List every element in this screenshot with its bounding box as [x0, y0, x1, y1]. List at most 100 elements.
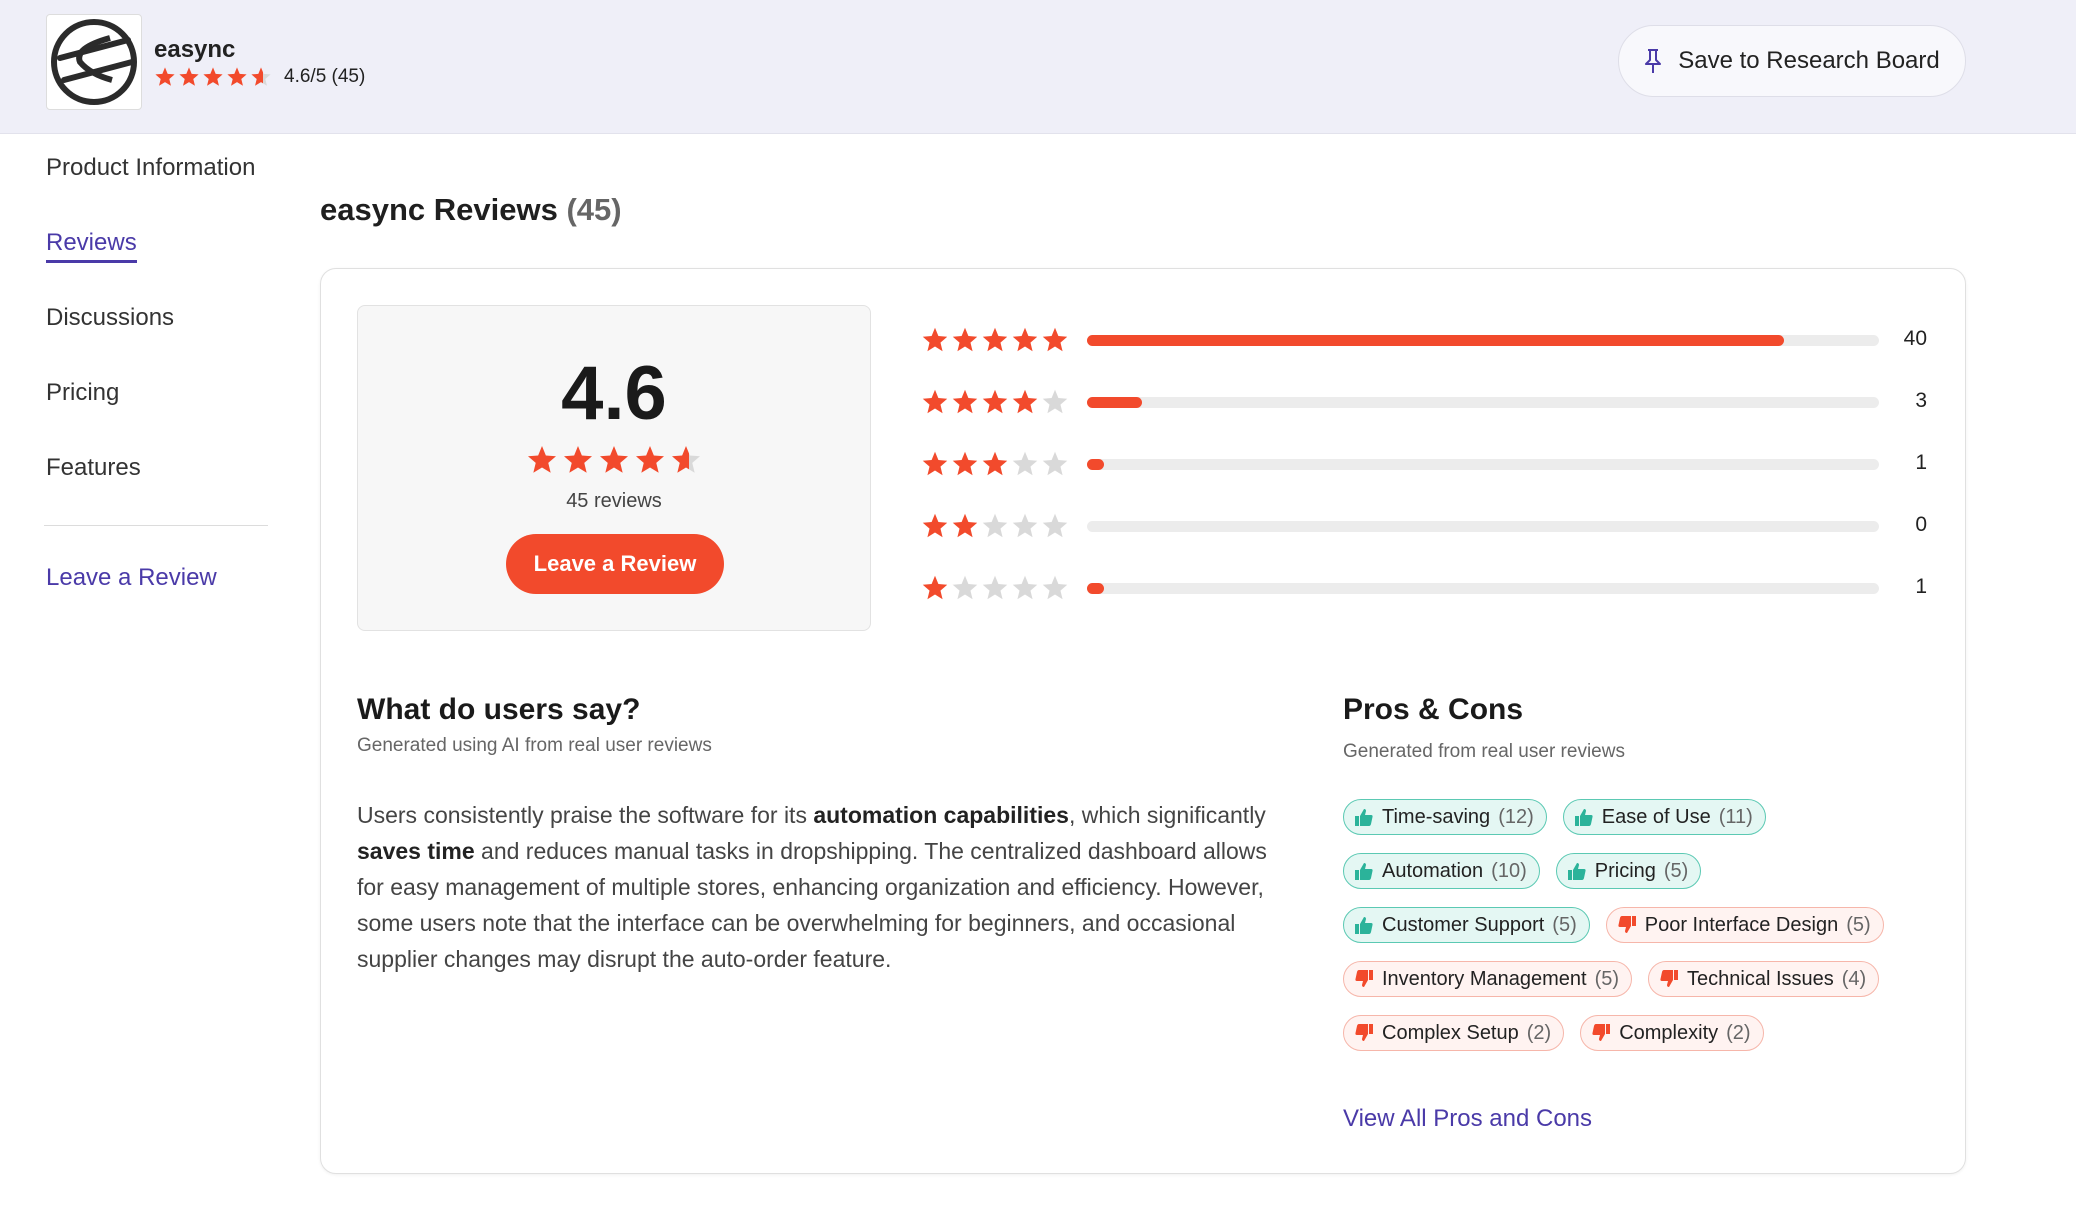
thumbs-up-icon [1354, 807, 1374, 827]
reviews-title-count: (45) [566, 192, 622, 227]
star-icon [154, 66, 176, 88]
thumbs-up-icon [1567, 861, 1587, 881]
summary-text: and reduces manual tasks in dropshipping… [357, 838, 1267, 972]
tag-count: (5) [1663, 859, 1689, 882]
thumbs-down-icon [1659, 969, 1679, 989]
pro-tag[interactable]: Time-saving (12) [1343, 799, 1547, 835]
sidebar-item-discussions[interactable]: Discussions [46, 300, 270, 375]
rating-row-3-star[interactable]: 1 [921, 449, 1931, 479]
sidebar-item-pricing[interactable]: Pricing [46, 375, 270, 450]
tag-count: (2) [1526, 1021, 1552, 1044]
pro-tag[interactable]: Ease of Use (11) [1562, 799, 1766, 835]
con-tag[interactable]: Complex Setup (2) [1343, 1015, 1565, 1051]
users-say-section: What do users say? Generated using AI fr… [357, 693, 1277, 977]
tag-label: Inventory Management [1382, 967, 1587, 990]
star-icon [981, 326, 1009, 354]
product-name: easync [154, 36, 236, 63]
header-rating: 4.6/5 (45) [154, 66, 365, 88]
star-icon [178, 66, 200, 88]
star-icon [526, 444, 558, 476]
sidebar-item-label: Product Information [46, 154, 256, 181]
star-icon [1011, 450, 1039, 478]
star-icon [1011, 574, 1039, 602]
reviews-title: easync Reviews (45) [320, 192, 622, 228]
thumbs-down-icon [1617, 915, 1637, 935]
users-say-subtitle: Generated using AI from real user review… [357, 735, 712, 756]
star-icon [921, 388, 949, 416]
product-header: easync 4.6/5 (45) Save to Research Board [0, 0, 2076, 134]
star-icon [981, 574, 1009, 602]
con-tag[interactable]: Inventory Management (5) [1343, 961, 1633, 997]
rating-bar-fill [1087, 459, 1105, 470]
tag-label: Poor Interface Design [1644, 913, 1839, 936]
star-icon [1011, 326, 1039, 354]
star-icon [634, 444, 666, 476]
tag-count: (11) [1718, 805, 1753, 828]
rating-bar-track [1087, 459, 1879, 470]
header-rating-stars [154, 66, 272, 88]
tag-label: Ease of Use [1601, 805, 1711, 828]
thumbs-down-icon [1591, 1023, 1611, 1043]
pro-tag[interactable]: Pricing (5) [1555, 853, 1702, 889]
save-to-research-board-button[interactable]: Save to Research Board [1618, 25, 1966, 97]
rating-row-stars [921, 512, 1085, 540]
rating-row-count: 3 [1915, 389, 1927, 412]
pros-cons-tags: Time-saving (12) Ease of Use (11) Automation… [1343, 799, 1943, 1051]
rating-row-count: 40 [1903, 327, 1927, 350]
star-icon [951, 512, 979, 540]
tag-count: (5) [1846, 913, 1871, 936]
rating-bar-track [1087, 521, 1879, 532]
rating-row-count: 1 [1915, 575, 1927, 598]
star-icon [1011, 512, 1039, 540]
rating-row-2-star[interactable]: 0 [921, 511, 1931, 541]
rating-bar-track [1087, 335, 1879, 346]
users-say-summary: Users consistently praise the software f… [357, 797, 1277, 977]
star-icon [921, 326, 949, 354]
leave-review-button[interactable]: Leave a Review [506, 534, 724, 594]
star-icon [981, 450, 1009, 478]
tag-count: (2) [1726, 1021, 1751, 1044]
rating-row-stars [921, 326, 1085, 354]
pros-cons-subtitle: Generated from real user reviews [1343, 741, 1625, 762]
tag-label: Technical Issues [1687, 967, 1834, 990]
sidebar-item-label: Pricing [46, 379, 120, 406]
sidebar-leave-review-link[interactable]: Leave a Review [46, 564, 270, 592]
sidebar-item-features[interactable]: Features [46, 450, 270, 525]
con-tag[interactable]: Complexity (2) [1580, 1015, 1764, 1051]
con-tag[interactable]: Poor Interface Design (5) [1605, 907, 1884, 943]
pros-cons-title: Pros & Cons [1343, 693, 1524, 726]
star-icon [981, 512, 1009, 540]
thumbs-down-icon [1354, 969, 1374, 989]
sidebar-item-product-information[interactable]: Product Information [46, 150, 270, 225]
con-tag[interactable]: Technical Issues (4) [1648, 961, 1880, 997]
header-rating-text: 4.6/5 (45) [284, 66, 366, 87]
rating-row-count: 1 [1915, 451, 1927, 474]
pro-tag[interactable]: Customer Support (5) [1343, 907, 1590, 943]
sidebar-item-label: Features [46, 454, 141, 481]
summary-highlight: saves time [357, 838, 475, 864]
rating-row-stars [921, 574, 1085, 602]
reviews-title-text: easync Reviews [320, 192, 558, 227]
tag-label: Complexity [1619, 1021, 1719, 1044]
review-count: 45 reviews [566, 490, 662, 512]
star-icon [1041, 388, 1069, 416]
rating-row-4-star[interactable]: 3 [921, 387, 1931, 417]
pro-tag[interactable]: Automation (10) [1343, 853, 1540, 889]
view-all-pros-cons-link[interactable]: View All Pros and Cons [1343, 1105, 1592, 1133]
rating-bar-fill [1087, 583, 1105, 594]
tag-count: (10) [1491, 859, 1527, 882]
rating-bar-track [1087, 397, 1879, 408]
star-icon [1041, 512, 1069, 540]
rating-row-1-star[interactable]: 1 [921, 573, 1931, 603]
sidebar-divider [44, 525, 268, 526]
rating-row-stars [921, 388, 1085, 416]
tag-label: Pricing [1594, 859, 1656, 882]
sidebar-item-reviews[interactable]: Reviews [46, 225, 270, 300]
rating-row-5-star[interactable]: 40 [921, 325, 1931, 355]
tag-count: (12) [1498, 805, 1534, 828]
tag-label: Complex Setup [1382, 1021, 1519, 1044]
rating-bar-fill [1087, 397, 1143, 408]
thumbs-up-icon [1574, 807, 1594, 827]
thumbs-up-icon [1354, 915, 1374, 935]
tag-count: (5) [1552, 913, 1577, 936]
